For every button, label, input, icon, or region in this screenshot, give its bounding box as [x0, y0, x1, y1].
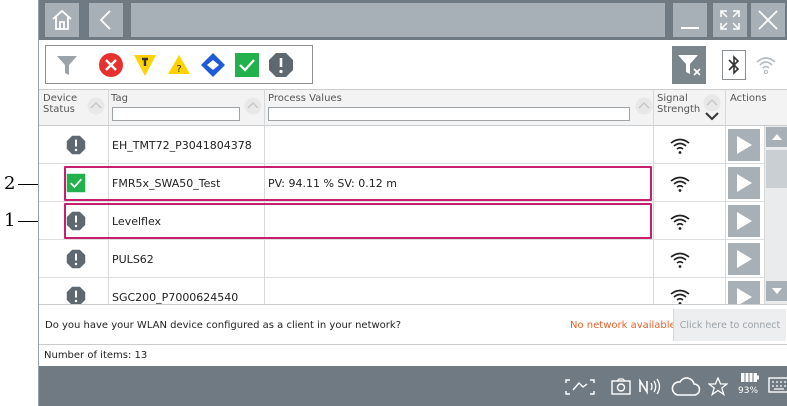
connect-button-label: Click here to connect: [679, 319, 781, 331]
bluetooth-button[interactable]: [722, 50, 746, 80]
play-icon: [737, 136, 752, 154]
maintenance-icon: [134, 55, 156, 76]
play-icon: [737, 250, 752, 268]
filter-all-button[interactable]: [52, 50, 82, 80]
row-tag: SGC200_P7000624540: [112, 291, 239, 304]
out-of-spec-icon: ?: [168, 55, 190, 75]
nfc-icon[interactable]: [638, 378, 662, 395]
col-process-values[interactable]: Process Values: [268, 93, 342, 104]
function-check-icon: [201, 53, 225, 77]
fullscreen-icon: [720, 10, 740, 30]
minimize-button[interactable]: [673, 3, 707, 37]
close-icon: [758, 10, 778, 30]
table-row[interactable]: SGC200_P7000624540: [39, 278, 764, 304]
home-icon: [52, 9, 72, 30]
item-count-text: Number of items: 13: [44, 350, 148, 361]
cloud-icon[interactable]: [671, 375, 701, 397]
open-device-button[interactable]: [728, 243, 760, 275]
open-device-button[interactable]: [728, 205, 760, 237]
col-actions: Actions: [730, 93, 767, 104]
row-tag: PULS62: [112, 253, 154, 266]
play-icon: [737, 288, 752, 304]
wifi-signal-icon: [670, 214, 690, 230]
back-icon: [99, 10, 111, 30]
sort-signal-down-icon[interactable]: [704, 110, 720, 122]
screen-sync-icon[interactable]: [564, 378, 596, 396]
table-row[interactable]: PULS62: [39, 240, 764, 278]
filter-function-check-button[interactable]: [198, 50, 228, 80]
col-tag[interactable]: Tag: [111, 93, 128, 104]
wifi-signal-icon: [670, 252, 690, 268]
row-tag: EH_TMT72_P3041804378: [112, 139, 252, 152]
taskbar: 93%: [39, 366, 787, 406]
wifi-signal-icon: [670, 176, 690, 192]
back-button[interactable]: [89, 3, 123, 37]
filter-out-of-spec-button[interactable]: ?: [164, 50, 194, 80]
title-field: [131, 3, 665, 37]
scroll-thumb[interactable]: [766, 150, 787, 188]
filter-unknown-button[interactable]: [266, 50, 296, 80]
open-device-button[interactable]: [728, 281, 760, 304]
unknown-status-icon: [269, 53, 293, 77]
unknown-status-icon: [66, 135, 86, 155]
item-count-bar: Number of items: 13: [39, 344, 787, 366]
star-icon[interactable]: [708, 377, 728, 396]
title-bar: [39, 0, 787, 40]
wlan-message-bar: Do you have your WLAN device configured …: [39, 304, 787, 344]
play-icon: [737, 212, 752, 230]
col-device-status[interactable]: Device Status: [43, 93, 83, 115]
chevron-down-icon: [771, 288, 782, 294]
wlan-icon: [756, 57, 776, 74]
funnel-icon: [57, 56, 77, 75]
highlight-box-1: [64, 203, 652, 239]
keyboard-icon[interactable]: [768, 376, 787, 394]
ok-icon: [235, 53, 259, 77]
scroll-down-button[interactable]: [766, 281, 787, 301]
open-device-button[interactable]: [728, 167, 760, 199]
fullscreen-button[interactable]: [713, 3, 747, 37]
status-filter-group: ?: [45, 45, 313, 84]
clear-filter-button[interactable]: [672, 46, 706, 84]
table-header: Device Status Tag Process Values Signal …: [39, 90, 787, 126]
filter-failure-button[interactable]: [96, 50, 126, 80]
open-device-button[interactable]: [728, 129, 760, 161]
failure-icon: [99, 53, 123, 77]
filter-ok-button[interactable]: [232, 50, 262, 80]
minimize-icon: [681, 27, 699, 29]
col-signal-strength[interactable]: Signal Strength: [657, 93, 700, 115]
chevron-up-icon: [771, 134, 782, 140]
callout-1: 1: [4, 210, 16, 231]
wifi-signal-icon: [670, 138, 690, 154]
filter-maintenance-button[interactable]: [130, 50, 160, 80]
highlight-box-2: [64, 166, 652, 201]
play-icon: [737, 174, 752, 192]
scroll-up-button[interactable]: [766, 127, 787, 147]
close-button[interactable]: [751, 3, 785, 37]
battery-icon: [741, 373, 759, 382]
battery-level: 93%: [738, 386, 759, 396]
camera-icon[interactable]: [611, 378, 631, 395]
sort-device-status-icon[interactable]: [87, 97, 105, 115]
sort-tag-icon[interactable]: [244, 97, 262, 115]
bluetooth-icon: [728, 55, 740, 75]
callout-2: 2: [4, 173, 16, 194]
wlan-button[interactable]: [751, 50, 781, 80]
process-values-filter-input[interactable]: [268, 107, 630, 121]
sort-process-values-icon[interactable]: [635, 97, 653, 115]
tag-filter-input[interactable]: [112, 107, 240, 121]
table-row[interactable]: EH_TMT72_P3041804378: [39, 126, 764, 164]
network-status-text: No network available.: [570, 320, 679, 331]
app-window: ? Device Status Tag Process Values Signa…: [38, 0, 787, 406]
filter-toolbar: ?: [39, 40, 787, 90]
unknown-status-icon: [66, 249, 86, 269]
home-button[interactable]: [45, 3, 79, 37]
svg-text:?: ?: [176, 64, 181, 75]
wlan-question-text: Do you have your WLAN device configured …: [45, 320, 401, 331]
connect-button[interactable]: Click here to connect: [673, 309, 786, 341]
clear-filter-icon: [678, 55, 701, 76]
unknown-status-icon: [66, 286, 86, 304]
table-scrollbar[interactable]: [764, 126, 787, 304]
wifi-signal-icon: [670, 289, 690, 304]
